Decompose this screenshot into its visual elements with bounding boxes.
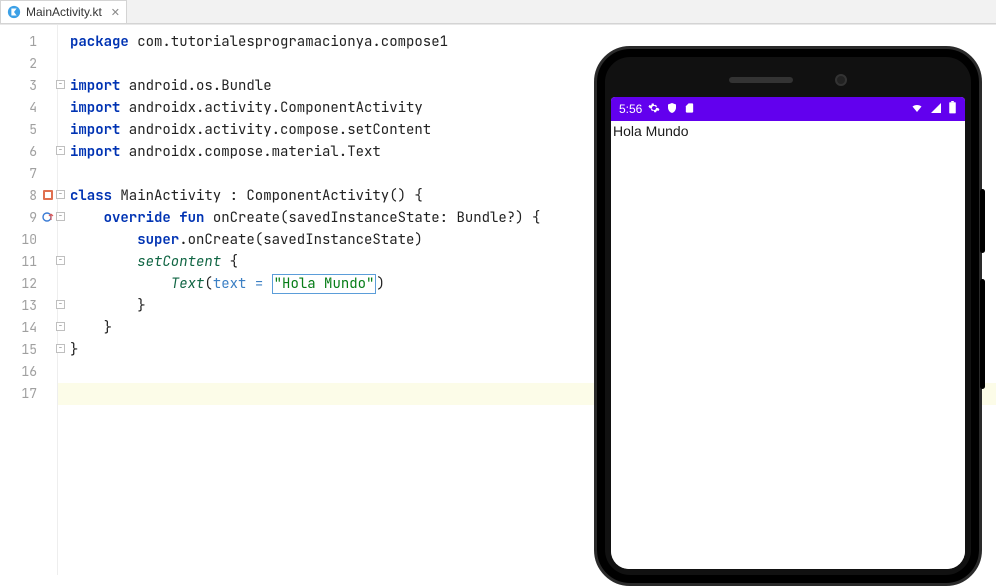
line-number: 11 <box>0 251 57 273</box>
line-number: 10 <box>0 229 57 251</box>
line-number: 4 <box>0 97 57 119</box>
compose-preview-icon[interactable] <box>41 188 55 202</box>
fold-icon[interactable]: − <box>56 322 65 331</box>
line-number: 8 <box>0 185 57 207</box>
fold-icon[interactable]: − <box>56 300 65 309</box>
app-text-label: Hola Mundo <box>613 123 689 139</box>
fold-icon[interactable]: − <box>56 256 65 265</box>
line-number: 15 <box>0 339 57 361</box>
fold-icon[interactable]: − <box>56 80 65 89</box>
battery-icon <box>948 101 957 117</box>
line-number: 16 <box>0 361 57 383</box>
status-time: 5:56 <box>619 102 642 116</box>
line-number: 17 <box>0 383 57 405</box>
sd-card-icon <box>684 102 695 117</box>
wifi-icon <box>910 102 924 117</box>
signal-icon <box>930 102 942 117</box>
close-icon[interactable]: ✕ <box>111 6 120 19</box>
line-number: 12 <box>0 273 57 295</box>
line-number: 9 <box>0 207 57 229</box>
gear-icon <box>648 102 660 117</box>
line-number-gutter: 1 2 3 4 5 6 7 8 9 10 11 12 13 14 15 16 1… <box>0 25 58 575</box>
line-number: 5 <box>0 119 57 141</box>
fold-icon[interactable]: − <box>56 190 65 199</box>
line-number: 1 <box>0 31 57 53</box>
fold-icon[interactable]: − <box>56 146 65 155</box>
app-content: Hola Mundo <box>611 121 965 569</box>
line-number: 2 <box>0 53 57 75</box>
line-number: 7 <box>0 163 57 185</box>
line-number: 6 <box>0 141 57 163</box>
line-number: 13 <box>0 295 57 317</box>
line-number: 3 <box>0 75 57 97</box>
shield-icon <box>666 102 678 117</box>
emulator-device-frame: 5:56 <box>594 46 982 586</box>
override-gutter-icon[interactable] <box>41 210 55 224</box>
fold-icon[interactable]: − <box>56 212 65 221</box>
camera-icon <box>835 74 847 86</box>
emulator-screen[interactable]: 5:56 <box>611 97 965 569</box>
device-notch <box>611 63 965 97</box>
speaker-icon <box>729 77 793 83</box>
string-literal-selected: "Hola Mundo" <box>272 274 377 294</box>
editor-tab-bar: MainActivity.kt ✕ <box>0 0 996 24</box>
line-number: 14 <box>0 317 57 339</box>
editor-tab-mainactivity[interactable]: MainActivity.kt ✕ <box>0 0 127 23</box>
tab-filename: MainActivity.kt <box>26 5 102 19</box>
android-status-bar: 5:56 <box>611 97 965 121</box>
kotlin-file-icon <box>7 5 21 19</box>
fold-icon[interactable]: − <box>56 344 65 353</box>
